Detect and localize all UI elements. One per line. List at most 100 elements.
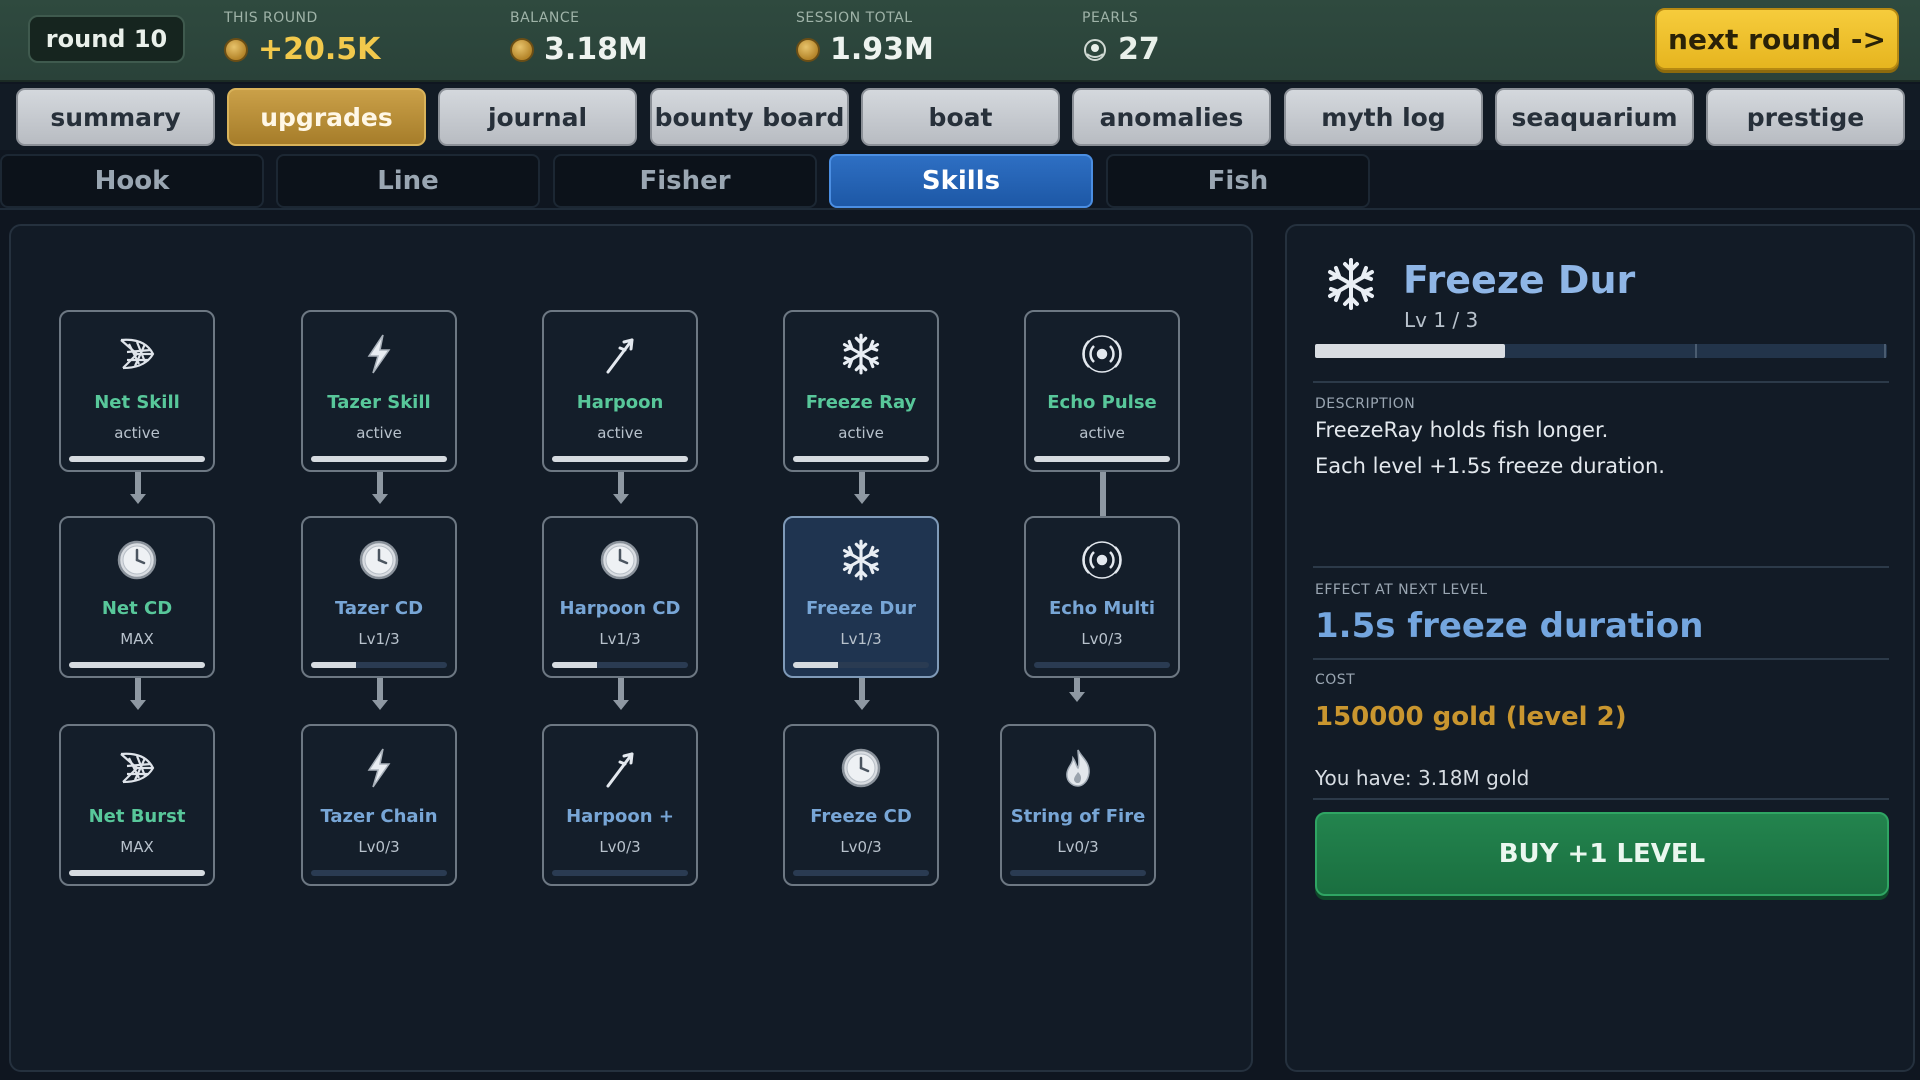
skill-node-progress-bar	[311, 662, 447, 668]
skill-node-freeze-dur[interactable]: Freeze Dur Lv1/3	[783, 516, 939, 678]
skill-node-progress-bar	[793, 456, 929, 462]
snowflake-icon	[785, 332, 937, 376]
skill-node-name: Net CD	[101, 598, 173, 619]
net-icon	[61, 332, 213, 376]
subtab-fish[interactable]: Fish	[1106, 154, 1370, 208]
subtab-hook[interactable]: Hook	[0, 154, 264, 208]
echo-icon	[1026, 538, 1178, 582]
buy-level-button[interactable]: BUY +1 LEVEL	[1315, 812, 1889, 896]
skill-node-name: Harpoon +	[566, 806, 674, 827]
skill-node-status: active	[1079, 424, 1125, 442]
skill-node-status: Lv1/3	[358, 630, 400, 648]
skill-node-echo-pulse[interactable]: Echo Pulse active	[1024, 310, 1180, 472]
pearl-icon	[1084, 38, 1106, 61]
subtab-skills[interactable]: Skills	[829, 154, 1093, 208]
skill-node-name: Net Skill	[94, 392, 180, 413]
connector	[618, 676, 624, 702]
sub-tab-bar: Hook Line Fisher Skills Fish	[0, 152, 1920, 210]
session-total-value-row: 1.93M	[796, 32, 934, 67]
skill-node-status: Lv0/3	[840, 838, 882, 856]
subtab-fisher[interactable]: Fisher	[553, 154, 817, 208]
this-round-label: THIS ROUND	[224, 10, 318, 26]
lightning-icon	[303, 746, 455, 790]
skill-node-tazer-cd[interactable]: Tazer CD Lv1/3	[301, 516, 457, 678]
skill-node-status: Lv0/3	[599, 838, 641, 856]
skill-node-progress-bar	[793, 870, 929, 876]
pearls-stat: PEARLS 27	[1082, 10, 1160, 67]
skill-node-progress-bar	[1034, 662, 1170, 668]
skill-node-progress-bar	[69, 870, 205, 876]
skill-node-tazer-skill[interactable]: Tazer Skill active	[301, 310, 457, 472]
tab-boat[interactable]: boat	[861, 88, 1060, 146]
skill-node-status: Lv0/3	[1081, 630, 1123, 648]
connector	[135, 470, 141, 496]
skill-node-string-of-fire[interactable]: String of Fire Lv0/3	[1000, 724, 1156, 886]
skill-node-progress-fill	[69, 662, 205, 668]
skill-node-net-cd[interactable]: Net CD MAX	[59, 516, 215, 678]
skill-node-tazer-chain[interactable]: Tazer Chain Lv0/3	[301, 724, 457, 886]
skill-tree-panel: Net Skill active Tazer Skill active Harpoon a…	[9, 224, 1253, 1072]
harpoon-icon	[544, 746, 696, 790]
tab-bounty-board[interactable]: bounty board	[650, 88, 849, 146]
skill-node-freeze-ray[interactable]: Freeze Ray active	[783, 310, 939, 472]
skill-node-harpoon-cd[interactable]: Harpoon CD Lv1/3	[542, 516, 698, 678]
skill-node-freeze-cd[interactable]: Freeze CD Lv0/3	[783, 724, 939, 886]
skill-node-net-skill[interactable]: Net Skill active	[59, 310, 215, 472]
subtab-line[interactable]: Line	[276, 154, 540, 208]
tab-upgrades[interactable]: upgrades	[227, 88, 426, 146]
connector-arrow	[130, 494, 146, 504]
description-line-2: Each level +1.5s freeze duration.	[1315, 454, 1665, 478]
connector-arrow	[854, 700, 870, 710]
cost-label: COST	[1315, 672, 1356, 688]
skill-node-name: Freeze CD	[810, 806, 912, 827]
skill-node-status: MAX	[120, 838, 154, 856]
tab-journal[interactable]: journal	[438, 88, 637, 146]
skill-node-net-burst[interactable]: Net Burst MAX	[59, 724, 215, 886]
connector	[377, 676, 383, 702]
cost-value: 150000 gold (level 2)	[1315, 702, 1627, 732]
skill-node-progress-bar	[311, 456, 447, 462]
detail-progress-bar	[1315, 344, 1887, 358]
skill-node-status: active	[114, 424, 160, 442]
skill-node-progress-bar	[69, 662, 205, 668]
coin-icon	[796, 37, 820, 62]
divider	[1313, 658, 1889, 660]
effect-value: 1.5s freeze duration	[1315, 606, 1704, 646]
tab-summary[interactable]: summary	[16, 88, 215, 146]
description-label: DESCRIPTION	[1315, 396, 1416, 412]
progress-tick	[1884, 344, 1886, 358]
skill-node-harpoon[interactable]: Harpoon active	[542, 310, 698, 472]
connector-arrow	[372, 700, 388, 710]
skill-node-name: Net Burst	[88, 806, 186, 827]
skill-node-name: Tazer CD	[334, 598, 424, 619]
balance-value: 3.18M	[544, 32, 648, 67]
divider	[1313, 798, 1889, 800]
divider	[1313, 566, 1889, 568]
balance-value-row: 3.18M	[510, 32, 648, 67]
description-line-1: FreezeRay holds fish longer.	[1315, 418, 1609, 442]
skill-node-name: Echo Pulse	[1047, 392, 1157, 413]
skill-node-progress-bar	[1034, 456, 1170, 462]
tab-myth-log[interactable]: myth log	[1284, 88, 1483, 146]
skill-node-progress-bar	[311, 870, 447, 876]
skill-node-status: MAX	[120, 630, 154, 648]
session-total-value: 1.93M	[830, 32, 934, 67]
skill-node-progress-bar	[1010, 870, 1146, 876]
skill-node-name: Harpoon CD	[559, 598, 681, 619]
tab-seaquarium[interactable]: seaquarium	[1495, 88, 1694, 146]
balance-stat: BALANCE 3.18M	[510, 10, 648, 67]
pearls-value-row: 27	[1082, 32, 1160, 67]
next-round-button[interactable]: next round ->	[1655, 8, 1899, 70]
skill-node-harpoon[interactable]: Harpoon + Lv0/3	[542, 724, 698, 886]
skill-node-progress-bar	[552, 662, 688, 668]
lightning-icon	[303, 332, 455, 376]
echo-icon	[1026, 332, 1178, 376]
tab-prestige[interactable]: prestige	[1706, 88, 1905, 146]
skill-node-name: Echo Multi	[1048, 598, 1156, 619]
skill-node-progress-fill	[311, 662, 357, 668]
snowflake-icon	[785, 538, 937, 582]
skill-node-progress-fill	[793, 662, 839, 668]
skill-node-echo-multi[interactable]: Echo Multi Lv0/3	[1024, 516, 1180, 678]
tab-anomalies[interactable]: anomalies	[1072, 88, 1271, 146]
connector	[618, 470, 624, 496]
